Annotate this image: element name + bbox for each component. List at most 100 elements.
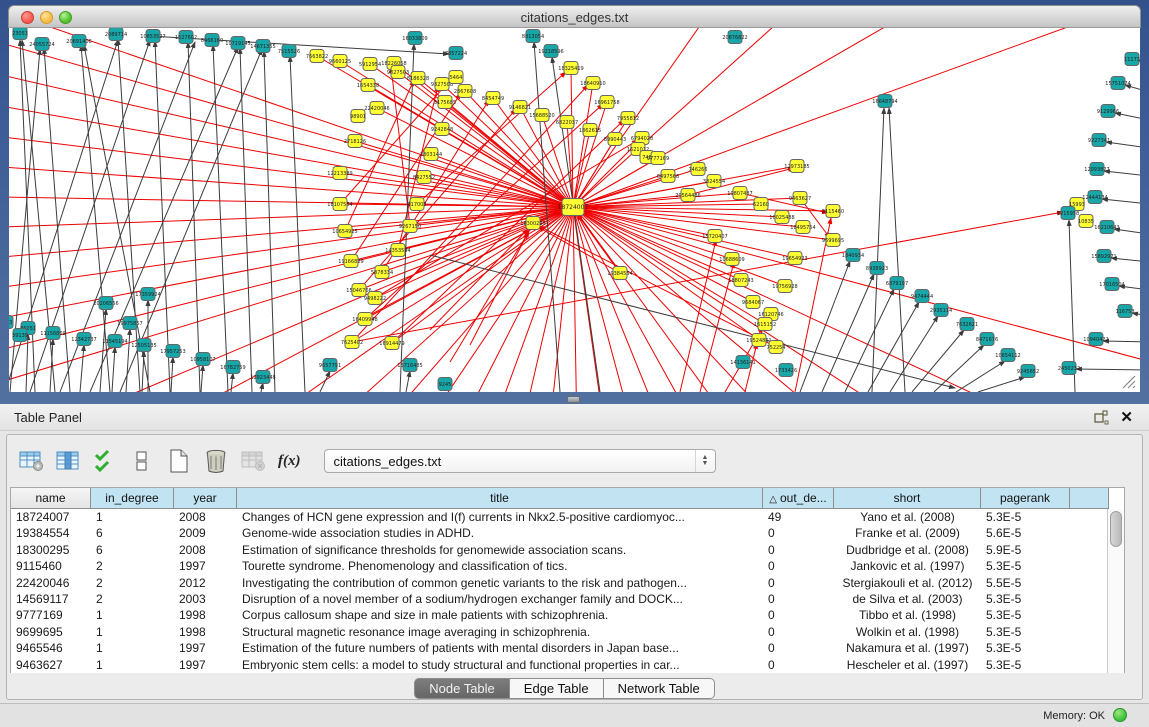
network-node[interactable]: 10940422 [1083,333,1108,346]
network-node[interactable]: 17359924 [135,288,160,301]
network-node[interactable]: 8427552 [413,171,435,184]
tab-node-table[interactable]: Node Table [414,678,510,699]
network-node[interactable]: 752254 [766,341,785,354]
network-node[interactable]: 12342737 [71,333,96,346]
network-node[interactable]: 6822037 [556,116,578,129]
network-node[interactable]: 9129966 [1097,105,1119,118]
network-node[interactable]: 10654112 [995,349,1020,362]
table-row[interactable]: 946554611997Estimation of the future num… [11,640,1124,656]
network-node[interactable]: 9313 [9,316,13,329]
network-node[interactable]: 1733426 [775,364,797,377]
network-node[interactable]: 20206556 [93,297,118,310]
network-node[interactable]: 16782759 [220,361,245,374]
network-node[interactable]: 2450232 [1058,362,1080,375]
network-node[interactable]: 2935114 [930,304,952,317]
network-node[interactable]: 18325419 [558,62,583,75]
network-node[interactable]: 8813054 [522,30,544,43]
new-document-icon[interactable] [165,447,193,475]
network-node[interactable]: 18724007 [558,199,589,216]
splitter-grip[interactable] [567,396,580,403]
column-header-in_degree[interactable]: in_degree [91,488,174,509]
network-node[interactable]: 1527602 [175,31,197,44]
network-node[interactable]: 1840934 [842,249,864,262]
network-node[interactable]: 9463627 [789,192,811,205]
network-node[interactable]: 19166829 [338,255,363,268]
network-node[interactable]: 917003 [407,198,426,211]
network-node[interactable]: 8454749 [482,92,504,105]
network-node[interactable]: 16961758 [594,96,619,109]
network-node[interactable]: 9657791 [319,359,341,372]
network-node[interactable]: 2718126 [344,135,366,148]
network-node[interactable]: 10958107 [190,353,215,366]
network-node[interactable]: 6879197 [886,277,908,290]
network-node[interactable]: 20876822 [722,31,747,44]
float-panel-icon[interactable] [1094,410,1109,425]
network-node[interactable]: 15892971 [1091,250,1116,263]
network-node[interactable]: 116753 [1115,305,1134,318]
network-node[interactable]: 15720407 [702,230,727,243]
close-panel-icon[interactable]: ✕ [1120,408,1133,426]
network-node[interactable]: 18107554 [327,198,352,211]
network-node[interactable]: 17016504 [1099,278,1124,291]
table-settings-icon[interactable] [17,447,45,475]
network-node[interactable]: 12444134 [1082,191,1107,204]
network-node[interactable]: 10807487 [727,187,752,200]
network-node[interactable]: 1862615 [579,124,601,137]
network-node[interactable]: 16210643 [1094,221,1119,234]
network-node[interactable]: 8990443 [604,133,626,146]
network-node[interactable]: 10688609 [719,253,744,266]
network-node[interactable]: 2089714 [105,28,127,41]
network-node[interactable]: 9245 [438,378,452,391]
network-node[interactable]: 18495754 [790,221,815,234]
network-node[interactable]: 20564486 [675,189,700,202]
network-node[interactable]: 10835 [1078,215,1094,228]
network-node[interactable]: 15688520 [529,109,554,122]
column-header-year[interactable]: year [174,488,237,509]
table-row[interactable]: 1938455462009Genome-wide association stu… [11,525,1124,541]
trash-icon[interactable] [202,447,230,475]
column-header-name[interactable]: name [11,488,91,509]
column-header-out_de...[interactable]: △out_de... [763,488,834,509]
network-node[interactable]: 2803144 [420,148,442,161]
network-window-titlebar[interactable]: citations_edges.txt [8,5,1141,28]
close-window-icon[interactable] [21,11,34,24]
network-node[interactable]: 12923448 [250,371,275,384]
network-node[interactable]: 5912954 [359,58,381,71]
network-node[interactable]: 20691406 [66,35,91,48]
network-node[interactable]: 9115460 [822,205,844,218]
network-node[interactable]: 19756928 [772,280,797,293]
network-node[interactable]: 10653527 [140,30,165,43]
network-node[interactable]: 39139 [12,329,28,342]
table-row[interactable]: 969969511998Structural magnetic resonanc… [11,624,1124,640]
network-node[interactable]: 7955812 [617,112,639,125]
table-row[interactable]: 911546021997Tourette syndrome. Phenomeno… [11,558,1124,574]
network-node[interactable]: 15751074 [1105,77,1130,90]
scrollbar-thumb[interactable] [1110,511,1122,547]
table-column-icon[interactable] [54,447,82,475]
network-node[interactable]: 16914479 [379,337,404,350]
resize-grip-icon[interactable] [1120,373,1136,389]
network-node[interactable]: 11173 [1124,53,1140,66]
network-node[interactable]: 9227341 [1088,134,1110,147]
column-header-pagerank[interactable]: pagerank [981,488,1070,509]
network-node[interactable]: 7857224 [445,47,467,60]
network-node[interactable]: 16033809 [402,32,427,45]
table-row[interactable]: 2242004622012Investigating the contribut… [11,575,1124,591]
table-row[interactable]: 946362711997Embryonic stem cells: a mode… [11,657,1124,673]
network-node[interactable]: 7632621 [956,318,978,331]
network-node[interactable]: 17957253 [160,345,185,358]
column-header-title[interactable]: title [237,488,763,509]
network-node[interactable]: 9245652 [1017,365,1039,378]
network-node[interactable]: 8466160 [201,34,223,47]
network-node[interactable]: 746266 [688,163,707,176]
network-node[interactable]: 24055724 [29,38,54,51]
function-builder-icon[interactable]: f(x) [276,453,303,470]
tab-edge-table[interactable]: Edge Table [510,678,604,699]
table-row[interactable]: 1872400712008Changes of HCN gene express… [11,509,1124,525]
network-node[interactable]: 9474444 [911,290,933,303]
network-node[interactable]: 14671355 [250,40,275,53]
network-node[interactable]: 8186328 [407,72,429,85]
zoom-window-icon[interactable] [59,11,72,24]
network-node[interactable]: 8471676 [976,333,998,346]
network-node[interactable]: 19218596 [538,45,563,58]
